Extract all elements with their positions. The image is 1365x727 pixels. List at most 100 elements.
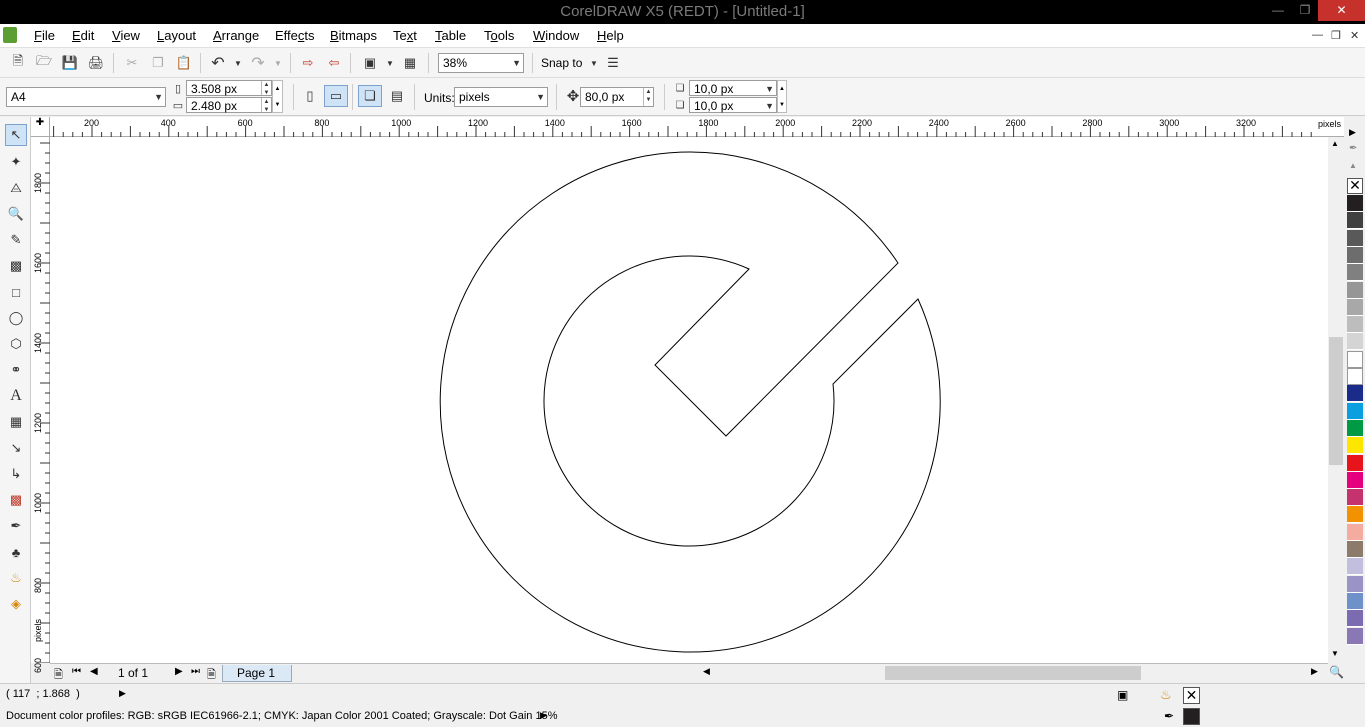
page-width-field[interactable]: 3.508 px ▲ ▼ <box>186 80 272 96</box>
color-swatch[interactable] <box>1347 523 1363 541</box>
horizontal-scroll-thumb[interactable] <box>885 666 1141 680</box>
palette-scroll-up-icon[interactable]: ▲ <box>1349 161 1357 170</box>
duplicate-spinner[interactable]: ▲ ▼ <box>777 80 787 113</box>
table-tool-icon[interactable]: ▦ <box>5 411 27 433</box>
first-page-icon[interactable]: ⏮ <box>72 666 81 677</box>
smart-fill-tool-icon[interactable]: ▩ <box>5 255 27 277</box>
zoom-tool-icon[interactable]: 🔍 <box>5 203 27 225</box>
new-icon[interactable]: 🗎 <box>8 53 28 73</box>
paste-icon[interactable]: 📋 <box>174 53 194 73</box>
scroll-left-icon[interactable]: ◀ <box>703 666 710 677</box>
ruler-origin-icon[interactable]: ✚ <box>31 117 50 137</box>
interactive-fill-tool-icon[interactable]: ◈ <box>5 593 27 615</box>
ellipse-tool-icon[interactable]: ◯ <box>5 307 27 329</box>
doc-restore-button[interactable]: ❐ <box>1331 29 1341 42</box>
palette-eyedropper-icon[interactable]: ✒ <box>1349 143 1357 154</box>
menu-edit[interactable]: Edit <box>72 28 94 43</box>
color-swatch[interactable] <box>1347 264 1363 282</box>
redo-icon[interactable]: ↷ <box>248 53 268 73</box>
duplicate-x-field[interactable]: 10,0 px ▼ <box>689 80 777 96</box>
app-document-icon[interactable] <box>3 27 17 43</box>
scroll-right-icon[interactable]: ▶ <box>1311 666 1318 677</box>
view-mode-icon[interactable]: ▣ <box>1117 688 1128 702</box>
freehand-tool-icon[interactable]: ✎ <box>5 229 27 251</box>
nudge-field[interactable]: 80,0 px ▲ ▼ <box>580 87 654 107</box>
color-swatch[interactable] <box>1347 333 1363 351</box>
current-page-icon[interactable]: ▤ <box>387 86 407 106</box>
color-swatch[interactable] <box>1347 368 1363 385</box>
dimension-tool-icon[interactable]: ↘ <box>5 437 27 459</box>
save-icon[interactable]: 💾 <box>60 53 80 73</box>
horizontal-ruler[interactable]: 200 400 600 800 1000 1200 1400 1600 1800 2000 2200… <box>50 117 1344 137</box>
color-swatch[interactable] <box>1347 558 1363 576</box>
color-swatch[interactable] <box>1347 316 1363 334</box>
launcher-dropdown-icon[interactable]: ▼ <box>380 53 400 73</box>
previous-page-icon[interactable]: ◀ <box>90 666 98 677</box>
palette-flyout-icon[interactable]: ▶ <box>1349 127 1356 138</box>
next-page-icon[interactable]: ▶ <box>175 666 183 677</box>
menu-table[interactable]: Table <box>435 28 466 43</box>
color-swatch[interactable] <box>1347 454 1363 472</box>
last-page-icon[interactable]: ⏭ <box>191 666 200 677</box>
zoom-navigator-icon[interactable]: 🔍 <box>1329 665 1344 679</box>
outline-color-swatch[interactable] <box>1183 708 1200 725</box>
color-swatch[interactable] <box>1347 298 1363 316</box>
copy-icon[interactable]: ❐ <box>148 53 168 73</box>
landscape-icon[interactable]: ▭ <box>324 85 348 107</box>
application-launcher-icon[interactable]: ▣ <box>360 53 380 73</box>
import-icon[interactable]: ⇨ <box>298 53 318 73</box>
units-combo[interactable]: pixels ▼ <box>454 87 548 107</box>
shape-tool-icon[interactable]: ✦ <box>5 151 27 173</box>
rectangle-tool-icon[interactable]: □ <box>5 281 27 303</box>
color-swatch[interactable] <box>1347 437 1363 455</box>
nudge-spinner[interactable]: ▲ ▼ <box>643 88 653 106</box>
zoom-combo[interactable]: 38% ▼ <box>438 53 524 73</box>
horizontal-scrollbar[interactable]: ◀ ▶ <box>700 663 1328 683</box>
cut-icon[interactable]: ✂ <box>122 53 142 73</box>
crop-tool-icon[interactable]: ⨺ <box>5 177 27 199</box>
print-icon[interactable]: 🖨 <box>86 53 106 73</box>
width-spinner[interactable]: ▲ ▼ <box>261 81 271 96</box>
menu-file[interactable]: File <box>34 28 55 43</box>
all-pages-icon[interactable]: ❏ <box>358 85 382 107</box>
drawing-canvas[interactable] <box>50 137 1328 663</box>
snap-dropdown-icon[interactable]: ▼ <box>584 53 604 73</box>
redo-dropdown-icon[interactable]: ▼ <box>268 53 288 73</box>
export-icon[interactable]: ⇦ <box>324 53 344 73</box>
color-swatch[interactable] <box>1347 610 1363 628</box>
undo-icon[interactable]: ↶ <box>208 53 228 73</box>
menu-tools[interactable]: Tools <box>484 28 514 43</box>
color-swatch[interactable] <box>1347 541 1363 558</box>
blend-tool-icon[interactable]: ▩ <box>5 489 27 511</box>
height-spinner[interactable]: ▲ ▼ <box>261 98 271 113</box>
color-swatch[interactable] <box>1347 229 1363 247</box>
color-swatch[interactable] <box>1347 592 1363 610</box>
text-tool-icon[interactable]: A <box>5 385 27 407</box>
menu-window[interactable]: Window <box>533 28 579 43</box>
color-swatch[interactable] <box>1347 281 1363 299</box>
page-tab[interactable]: Page 1 <box>222 665 292 682</box>
connector-tool-icon[interactable]: ↳ <box>5 463 27 485</box>
menu-text[interactable]: Text <box>393 28 417 43</box>
color-swatch[interactable] <box>1347 402 1363 420</box>
color-swatch[interactable] <box>1347 489 1363 507</box>
polygon-tool-icon[interactable]: ⬡ <box>5 333 27 355</box>
color-swatch[interactable] <box>1347 506 1363 524</box>
options-icon[interactable]: ☰ <box>603 53 623 73</box>
orientation-spinner[interactable]: ▲ ▼ <box>272 80 283 113</box>
minimize-button[interactable]: — <box>1264 0 1292 21</box>
eyedropper-tool-icon[interactable]: ✒ <box>5 515 27 537</box>
vertical-scroll-thumb[interactable] <box>1329 337 1343 465</box>
portrait-icon[interactable]: ▯ <box>300 86 320 106</box>
fill-tool-icon[interactable]: ♨ <box>5 567 27 589</box>
color-swatch[interactable] <box>1347 471 1363 489</box>
no-color-swatch[interactable]: ✕ <box>1347 178 1363 194</box>
vertical-scrollbar[interactable]: ▲ ▼ <box>1328 137 1344 663</box>
doc-close-button[interactable]: ✕ <box>1350 29 1359 42</box>
color-swatch[interactable] <box>1347 212 1363 230</box>
welcome-screen-icon[interactable]: ▦ <box>400 53 420 73</box>
color-swatch[interactable] <box>1347 419 1363 437</box>
restore-button[interactable]: ❐ <box>1292 0 1318 21</box>
scroll-down-icon[interactable]: ▼ <box>1331 649 1339 658</box>
page-height-field[interactable]: 2.480 px ▲ ▼ <box>186 97 272 113</box>
